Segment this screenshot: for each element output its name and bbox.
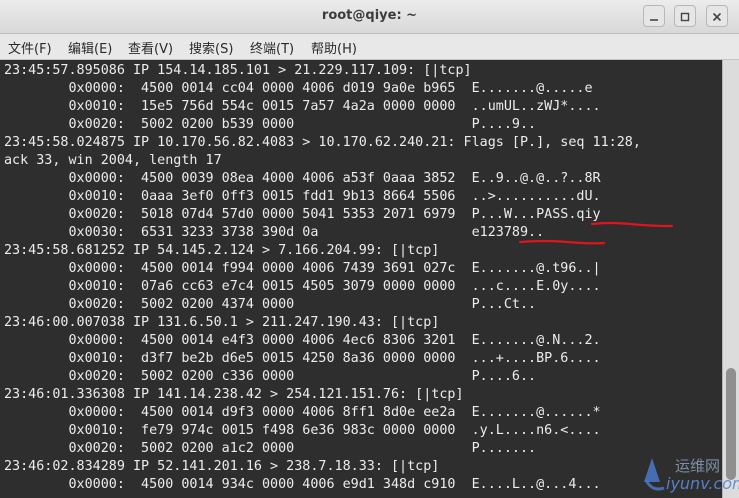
menu-help[interactable]: 帮助(H) [311, 38, 357, 57]
terminal-line: 0x0010: 15e5 756d 554c 0015 7a57 4a2a 00… [4, 99, 601, 114]
terminal-line: 0x0020: 5002 0200 4374 0000 P...Ct.. [4, 297, 537, 312]
minimize-icon [649, 7, 659, 26]
terminal-line: 0x0030: 6531 3233 3738 390d 0a e123789.. [4, 225, 545, 240]
close-icon [712, 7, 722, 26]
terminal-line: 0x0010: 0aaa 3ef0 0ff3 0015 fdd1 9b13 86… [4, 189, 601, 204]
terminal-window: root@qiye: ~ 文件(F) 编辑(E) 查看(V) 搜索(S) 终端(… [0, 0, 739, 498]
terminal-line: 0x0020: 5002 0200 b539 0000 P....9.. [4, 117, 537, 132]
terminal-line: 23:46:01.336308 IP 141.14.238.42 > 254.1… [4, 387, 464, 402]
menu-search[interactable]: 搜索(S) [189, 38, 233, 57]
terminal-line: 0x0000: 4500 0039 08ea 4000 4006 a53f 0a… [4, 171, 601, 186]
terminal-scrollbar[interactable] [722, 60, 739, 498]
terminal-line: 0x0010: d3f7 be2b d6e5 0015 4250 8a36 00… [4, 351, 601, 366]
menu-edit[interactable]: 编辑(E) [68, 38, 112, 57]
terminal-line: 0x0020: 5002 0200 a1c2 0000 P....... [4, 441, 537, 456]
scrollbar-thumb[interactable] [726, 368, 736, 480]
terminal-line: 0x0010: fe79 974c 0015 f498 6e36 983c 00… [4, 423, 601, 438]
terminal-line: 0x0020: 5002 0200 c336 0000 P....6.. [4, 369, 537, 384]
maximize-icon [680, 7, 690, 26]
terminal-line: 23:45:57.895086 IP 154.14.185.101 > 21.2… [4, 63, 472, 78]
close-button[interactable] [706, 5, 728, 27]
terminal-line: ack 33, win 2004, length 17 [4, 153, 222, 168]
menu-bar: 文件(F) 编辑(E) 查看(V) 搜索(S) 终端(T) 帮助(H) [0, 34, 739, 60]
terminal-line: 23:45:58.681252 IP 54.145.2.124 > 7.166.… [4, 243, 440, 258]
title-bar[interactable]: root@qiye: ~ [0, 0, 739, 34]
menu-view[interactable]: 查看(V) [128, 38, 173, 57]
terminal-line: 0x0000: 4500 0014 cc04 0000 4006 d019 9a… [4, 81, 593, 96]
terminal-line: 23:45:58.024875 IP 10.170.56.82.4083 > 1… [4, 135, 641, 150]
menu-terminal[interactable]: 终端(T) [250, 38, 294, 57]
terminal-line: 23:46:00.007038 IP 131.6.50.1 > 211.247.… [4, 315, 440, 330]
terminal-line: 0x0000: 4500 0014 e4f3 0000 4006 4ec6 83… [4, 333, 601, 348]
window-title: root@qiye: ~ [321, 8, 418, 23]
maximize-button[interactable] [674, 5, 696, 27]
terminal-line: 0x0020: 5018 07d4 57d0 0000 5041 5353 20… [4, 207, 601, 222]
terminal-line: 23:46:02.834289 IP 52.141.201.16 > 238.7… [4, 459, 440, 474]
terminal-line: 0x0000: 4500 0014 d9f3 0000 4006 8ff1 8d… [4, 405, 601, 420]
terminal-line: 0x0000: 4500 0014 934c 0000 4006 e9d1 34… [4, 477, 601, 492]
menu-file[interactable]: 文件(F) [8, 38, 52, 57]
terminal-line: 0x0000: 4500 0014 f994 0000 4006 7439 36… [4, 261, 601, 276]
terminal-output[interactable]: 23:45:57.895086 IP 154.14.185.101 > 21.2… [0, 60, 722, 498]
terminal-line: 0x0010: 07a6 cc63 e7c4 0015 4505 3079 00… [4, 279, 601, 294]
minimize-button[interactable] [643, 5, 665, 27]
